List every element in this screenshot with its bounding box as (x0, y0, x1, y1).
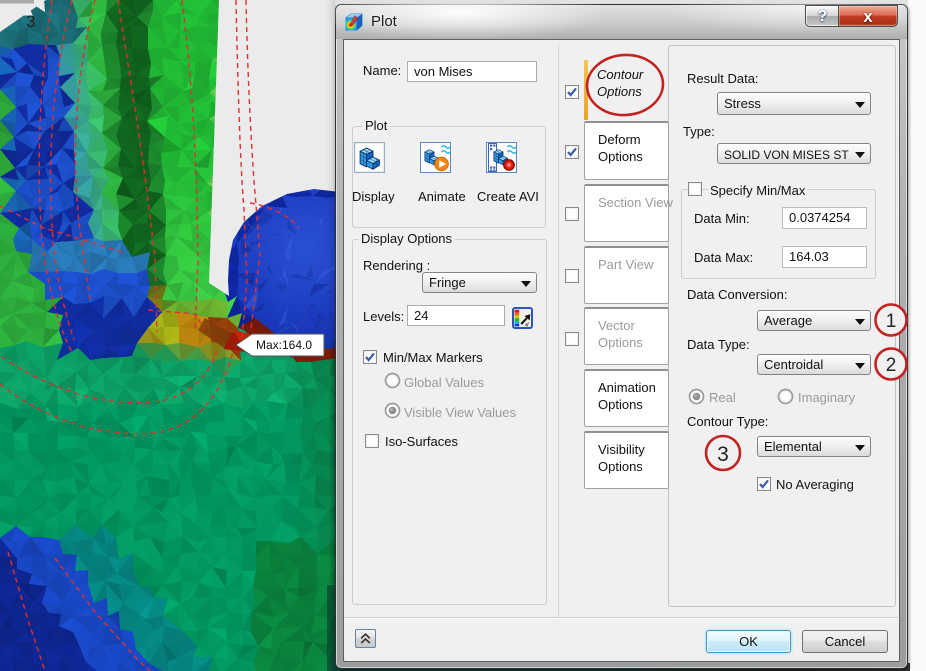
svg-text:3: 3 (26, 12, 35, 31)
svg-text:Max:164.0: Max:164.0 (256, 338, 312, 352)
